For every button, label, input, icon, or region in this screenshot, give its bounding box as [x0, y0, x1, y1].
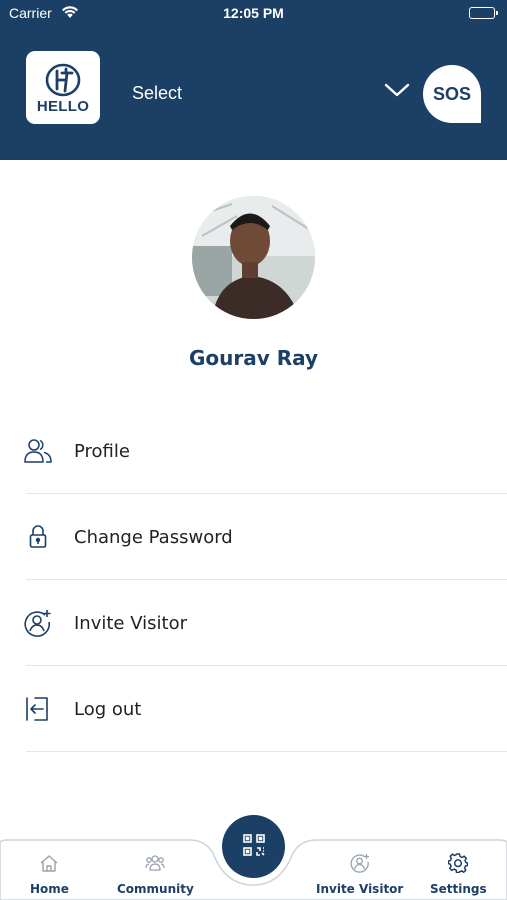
community-icon — [145, 853, 166, 873]
community-select[interactable]: Select — [132, 83, 182, 104]
menu-item-label: Log out — [74, 698, 142, 720]
qr-code-icon — [242, 833, 265, 860]
menu-item-invite-visitor[interactable]: Invite Visitor — [0, 580, 507, 666]
lock-icon — [24, 523, 52, 551]
invite-visitor-icon — [350, 853, 370, 873]
menu-item-label: Invite Visitor — [74, 612, 187, 634]
logo-mark-icon — [45, 63, 81, 96]
users-icon — [24, 437, 52, 465]
avatar[interactable] — [192, 196, 315, 319]
settings-menu: Profile Change Password Invite Visitor L… — [0, 408, 507, 752]
app-logo: HELLO — [26, 51, 100, 124]
status-bar: Carrier 12:05 PM — [0, 0, 507, 28]
tab-home[interactable]: Home — [30, 853, 69, 896]
tab-community[interactable]: Community — [117, 853, 194, 896]
settings-icon — [448, 853, 469, 873]
sos-button[interactable]: SOS — [423, 65, 481, 123]
menu-item-log-out[interactable]: Log out — [0, 666, 507, 752]
status-time: 12:05 PM — [223, 5, 284, 21]
menu-item-label: Change Password — [74, 526, 233, 548]
tab-label: Home — [30, 882, 69, 896]
user-plus-icon — [24, 609, 52, 637]
qr-scan-button[interactable] — [222, 815, 285, 878]
divider — [26, 751, 507, 752]
chevron-down-icon[interactable] — [384, 82, 410, 102]
home-icon — [39, 853, 59, 873]
menu-item-profile[interactable]: Profile — [0, 408, 507, 494]
menu-item-change-password[interactable]: Change Password — [0, 494, 507, 580]
logo-text: HELLO — [36, 97, 90, 115]
tab-invite-visitor[interactable]: Invite Visitor — [316, 853, 403, 896]
tab-label: Settings — [430, 882, 487, 896]
battery-icon — [469, 7, 498, 19]
tab-label: Invite Visitor — [316, 882, 404, 896]
logout-icon — [24, 695, 52, 723]
user-name: Gourav Ray — [188, 346, 319, 370]
sos-label: SOS — [432, 83, 471, 104]
header: HELLO Select SOS — [0, 28, 507, 160]
menu-item-label: Profile — [74, 440, 130, 462]
tab-label: Community — [117, 882, 194, 896]
tab-settings[interactable]: Settings — [430, 853, 487, 896]
bottom-tab-bar: Home Community Invite Visitor Settings — [0, 815, 507, 900]
